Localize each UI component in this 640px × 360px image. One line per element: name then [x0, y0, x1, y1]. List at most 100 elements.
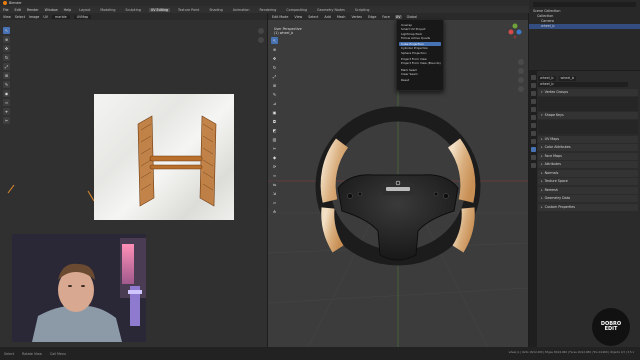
- section-texture-space[interactable]: ▸ Texture Space: [538, 178, 638, 185]
- bevel-icon[interactable]: ◩: [271, 127, 278, 134]
- vp-menu-add[interactable]: Add: [323, 15, 331, 19]
- status-hint-menu: Call Menu: [49, 351, 67, 356]
- outliner-search-input[interactable]: [533, 2, 636, 7]
- section-remesh[interactable]: ▸ Remesh: [538, 186, 638, 194]
- shape-keys-list[interactable]: [538, 120, 638, 134]
- shear-icon[interactable]: ▱: [271, 199, 278, 206]
- object-name-field[interactable]: wheel_b: [538, 75, 556, 81]
- mesh-name-field[interactable]: wheel_b: [558, 75, 576, 81]
- object-tab-icon[interactable]: [530, 123, 536, 128]
- loop-cut-icon[interactable]: ▥: [271, 136, 278, 143]
- section-label: Shape Keys: [544, 113, 564, 117]
- section-vertex-groups[interactable]: ▾ Vertex Groups: [538, 88, 638, 96]
- section-geometry-data[interactable]: ▸ Geometry Data: [538, 195, 638, 202]
- active-object-label: (1) wheel_b: [274, 31, 294, 35]
- expand-icon: ▸: [541, 204, 543, 209]
- mode-selector[interactable]: Edit Mode: [271, 15, 289, 19]
- scene-tab-icon[interactable]: [530, 107, 536, 112]
- workspace-tab-shading[interactable]: Shading: [207, 8, 224, 12]
- expand-icon: ▾: [541, 113, 543, 117]
- expand-icon: ▸: [541, 187, 543, 192]
- mesh-datablock-field[interactable]: wheel_b: [538, 81, 628, 87]
- workspace-tab-compositing[interactable]: Compositing: [284, 8, 309, 12]
- badge-line-2: EDIT: [604, 326, 618, 332]
- view-layer-tab-icon[interactable]: [530, 99, 536, 104]
- vp-menu-vertex[interactable]: Vertex: [351, 15, 364, 19]
- section-face-maps[interactable]: ▸ Face Maps: [538, 152, 638, 160]
- marble-texture-image: [91, 94, 234, 220]
- mesh-data-tab-icon[interactable]: [530, 147, 536, 152]
- webcam-person-image: [12, 234, 146, 342]
- move-icon[interactable]: ✥: [271, 55, 278, 62]
- output-tab-icon[interactable]: [530, 91, 536, 96]
- render-tab-icon[interactable]: [530, 83, 536, 88]
- menu-help[interactable]: Help: [64, 8, 72, 12]
- texture-tab-icon[interactable]: [530, 163, 536, 168]
- workspace-tab-scripting[interactable]: Scripting: [353, 8, 372, 12]
- status-bar: Select Rotate View Call Menu wheel_b | V…: [0, 347, 640, 360]
- inset-icon[interactable]: ◘: [271, 118, 278, 125]
- section-attributes[interactable]: ▸ Attributes: [538, 161, 638, 168]
- workspace-tab-texture-paint[interactable]: Texture Paint: [176, 8, 201, 12]
- channel-logo-badge: DOBRO EDIT: [592, 308, 630, 346]
- spin-icon[interactable]: ⟳: [271, 163, 278, 170]
- section-label: UV Maps: [544, 136, 560, 141]
- pan-icon[interactable]: [518, 68, 524, 74]
- cursor-icon[interactable]: ⊕: [271, 46, 278, 53]
- camera-view-icon[interactable]: [518, 77, 524, 83]
- workspace-tab-rendering[interactable]: Rendering: [258, 8, 279, 12]
- smooth-icon[interactable]: ≈: [271, 172, 278, 179]
- select-box-icon[interactable]: ↖: [271, 37, 278, 44]
- menu-item-smart-uv-project[interactable]: Smart UV Project: [399, 27, 441, 31]
- blender-logo-icon: [3, 1, 7, 5]
- vp-menu-edge[interactable]: Edge: [367, 15, 377, 19]
- workspace-tab-geometry-nodes[interactable]: Geometry Nodes: [315, 8, 347, 12]
- navigation-gizmo[interactable]: [508, 23, 522, 39]
- vp-menu-face[interactable]: Face: [381, 15, 390, 19]
- vp-menu-view[interactable]: View: [293, 15, 303, 19]
- menu-file[interactable]: File: [3, 8, 9, 12]
- outliner-row-wheel[interactable]: wheel_b: [529, 24, 640, 29]
- vp-menu-uv[interactable]: UV: [394, 14, 402, 19]
- edge-slide-icon[interactable]: ⇋: [271, 181, 278, 188]
- workspace-tab-layout[interactable]: Layout: [77, 8, 92, 12]
- workspace-tab-uv-editing[interactable]: UV Editing: [148, 7, 171, 12]
- vp-menu-select[interactable]: Select: [307, 15, 319, 19]
- tool-tab-icon[interactable]: [530, 75, 536, 80]
- section-shape-keys[interactable]: ▾ Shape Keys: [538, 112, 638, 119]
- section-uv-maps[interactable]: ▸ UV Maps: [538, 135, 638, 143]
- modifier-tab-icon[interactable]: [530, 131, 536, 136]
- workspace-tab-animation[interactable]: Animation: [231, 8, 252, 12]
- annotate-icon[interactable]: ✎: [271, 91, 278, 98]
- mesh-datablock-row: wheel_b: [538, 81, 638, 87]
- extrude-icon[interactable]: ▣: [271, 109, 278, 116]
- menu-render[interactable]: Render: [27, 8, 39, 12]
- zoom-icon[interactable]: [518, 59, 524, 65]
- transform-icon[interactable]: ⊞: [271, 82, 278, 89]
- menu-window[interactable]: Window: [45, 8, 58, 12]
- workspace-tab-modeling[interactable]: Modeling: [98, 8, 117, 12]
- physics-tab-icon[interactable]: [530, 139, 536, 144]
- rip-icon[interactable]: ⋔: [271, 208, 278, 215]
- menu-item-reset[interactable]: Reset: [399, 78, 441, 82]
- measure-icon[interactable]: ⊿: [271, 100, 278, 107]
- world-tab-icon[interactable]: [530, 115, 536, 120]
- section-custom-properties[interactable]: ▸ Custom Properties: [538, 203, 638, 211]
- workspace-tab-sculpting[interactable]: Sculpting: [123, 8, 142, 12]
- orientation-selector[interactable]: Global: [406, 15, 419, 19]
- section-label: Geometry Data: [544, 196, 571, 200]
- knife-icon[interactable]: ✂: [271, 145, 278, 152]
- shrink-icon[interactable]: ⇲: [271, 190, 278, 197]
- material-tab-icon[interactable]: [530, 155, 536, 160]
- poly-build-icon[interactable]: ◆: [271, 154, 278, 161]
- scale-icon[interactable]: ⤢: [271, 73, 278, 80]
- section-color-attributes[interactable]: ▸ Color Attributes: [538, 144, 638, 151]
- menu-edit[interactable]: Edit: [15, 8, 21, 12]
- vp-menu-mesh[interactable]: Mesh: [336, 15, 347, 19]
- section-normals[interactable]: ▸ Normals: [538, 169, 638, 177]
- window-title: Blender: [9, 1, 22, 5]
- perspective-toggle-icon[interactable]: [518, 86, 524, 92]
- menu-item-project-from-view-bounds[interactable]: Project From View (Bounds): [399, 61, 441, 65]
- rotate-icon[interactable]: ↻: [271, 64, 278, 71]
- vertex-groups-list[interactable]: [538, 96, 638, 111]
